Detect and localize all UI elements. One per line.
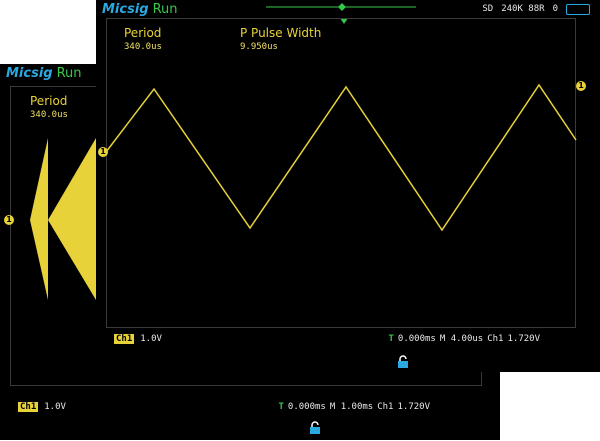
front-channel-tag[interactable]: Ch1 [114, 334, 135, 344]
back-timebase[interactable]: M 1.00ms [330, 402, 373, 412]
back-lock-icon[interactable] [308, 421, 322, 435]
front-waveform [105, 83, 577, 232]
front-trigger-group: T 0.000ms M 4.00us Ch1 1.720V [389, 334, 541, 344]
back-trace-right [48, 138, 96, 300]
front-trace [105, 83, 577, 232]
front-trigger-level-marker[interactable]: 1 [576, 81, 586, 91]
front-timebase[interactable]: M 4.00us [440, 334, 483, 344]
back-volts-div[interactable]: 1.0V [44, 402, 66, 412]
back-trigger-level[interactable]: 1.720V [397, 402, 430, 412]
back-channel-tag[interactable]: Ch1 [18, 402, 39, 412]
back-trigger-icon: T [278, 402, 284, 412]
front-scope-screen: Micsig Run SD 240K 88R 0 Period 340.0us … [96, 0, 600, 372]
back-trace-left [30, 138, 48, 300]
front-trigger-source[interactable]: Ch1 [487, 334, 503, 344]
front-trigger-icon: T [388, 334, 394, 344]
back-ch1-level-marker[interactable]: 1 [4, 215, 14, 225]
front-ch1-level-marker[interactable]: 1 [98, 147, 108, 157]
front-trigger-offset[interactable]: 0.000ms [398, 334, 436, 344]
back-trigger-source[interactable]: Ch1 [377, 402, 393, 412]
front-trigger-level[interactable]: 1.720V [507, 334, 540, 344]
front-volts-div[interactable]: 1.0V [140, 334, 162, 344]
back-trigger-group: T 0.000ms M 1.00ms Ch1 1.720V [279, 402, 431, 412]
back-bottom-bar: Ch1 1.0V T 0.000ms M 1.00ms Ch1 1.720V [0, 398, 500, 416]
front-bottom-bar: Ch1 1.0V T 0.000ms M 4.00us Ch1 1.720V [96, 330, 600, 348]
front-lock-icon[interactable] [396, 355, 410, 369]
back-trigger-offset[interactable]: 0.000ms [288, 402, 326, 412]
